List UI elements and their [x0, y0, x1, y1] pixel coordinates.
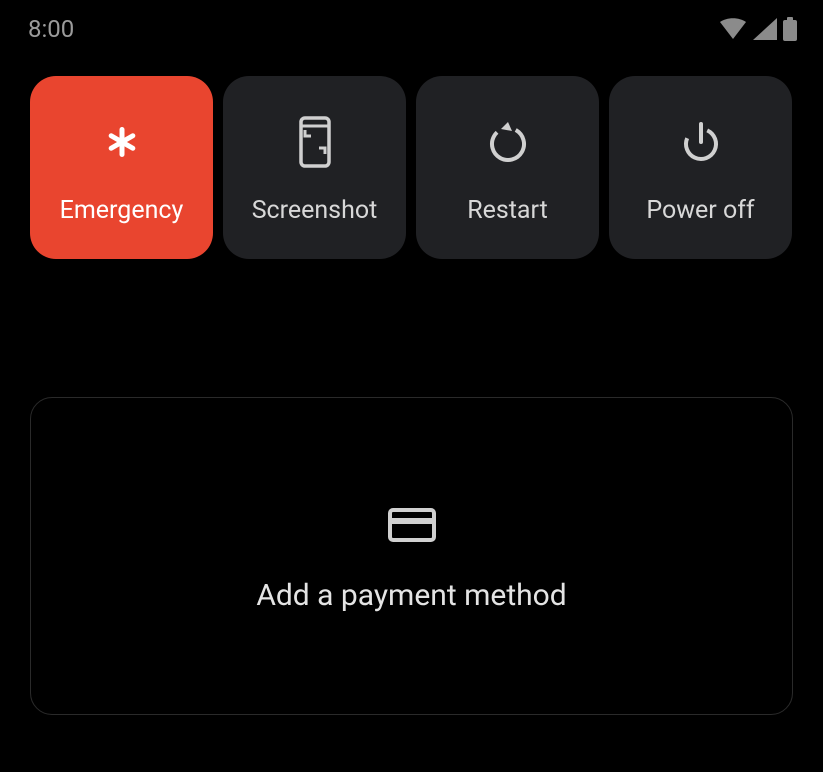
restart-button[interactable]: Restart [416, 76, 599, 259]
restart-icon [476, 110, 540, 174]
signal-icon [753, 18, 777, 40]
credit-card-icon [387, 500, 437, 550]
power-off-label: Power off [646, 196, 754, 225]
wifi-icon [719, 18, 747, 40]
battery-icon [783, 17, 797, 41]
power-icon [669, 110, 733, 174]
add-payment-panel[interactable]: Add a payment method [30, 397, 793, 715]
power-off-button[interactable]: Power off [609, 76, 792, 259]
add-payment-label: Add a payment method [256, 578, 566, 613]
emergency-label: Emergency [60, 196, 184, 225]
status-icons [719, 17, 797, 41]
screenshot-button[interactable]: Screenshot [223, 76, 406, 259]
status-bar: 8:00 [0, 0, 823, 54]
screenshot-icon [283, 110, 347, 174]
restart-label: Restart [467, 196, 548, 225]
status-time: 8:00 [28, 15, 74, 43]
asterisk-icon [90, 110, 154, 174]
power-menu-row: Emergency Screenshot Restart [0, 54, 823, 259]
emergency-button[interactable]: Emergency [30, 76, 213, 259]
screenshot-label: Screenshot [252, 196, 378, 225]
